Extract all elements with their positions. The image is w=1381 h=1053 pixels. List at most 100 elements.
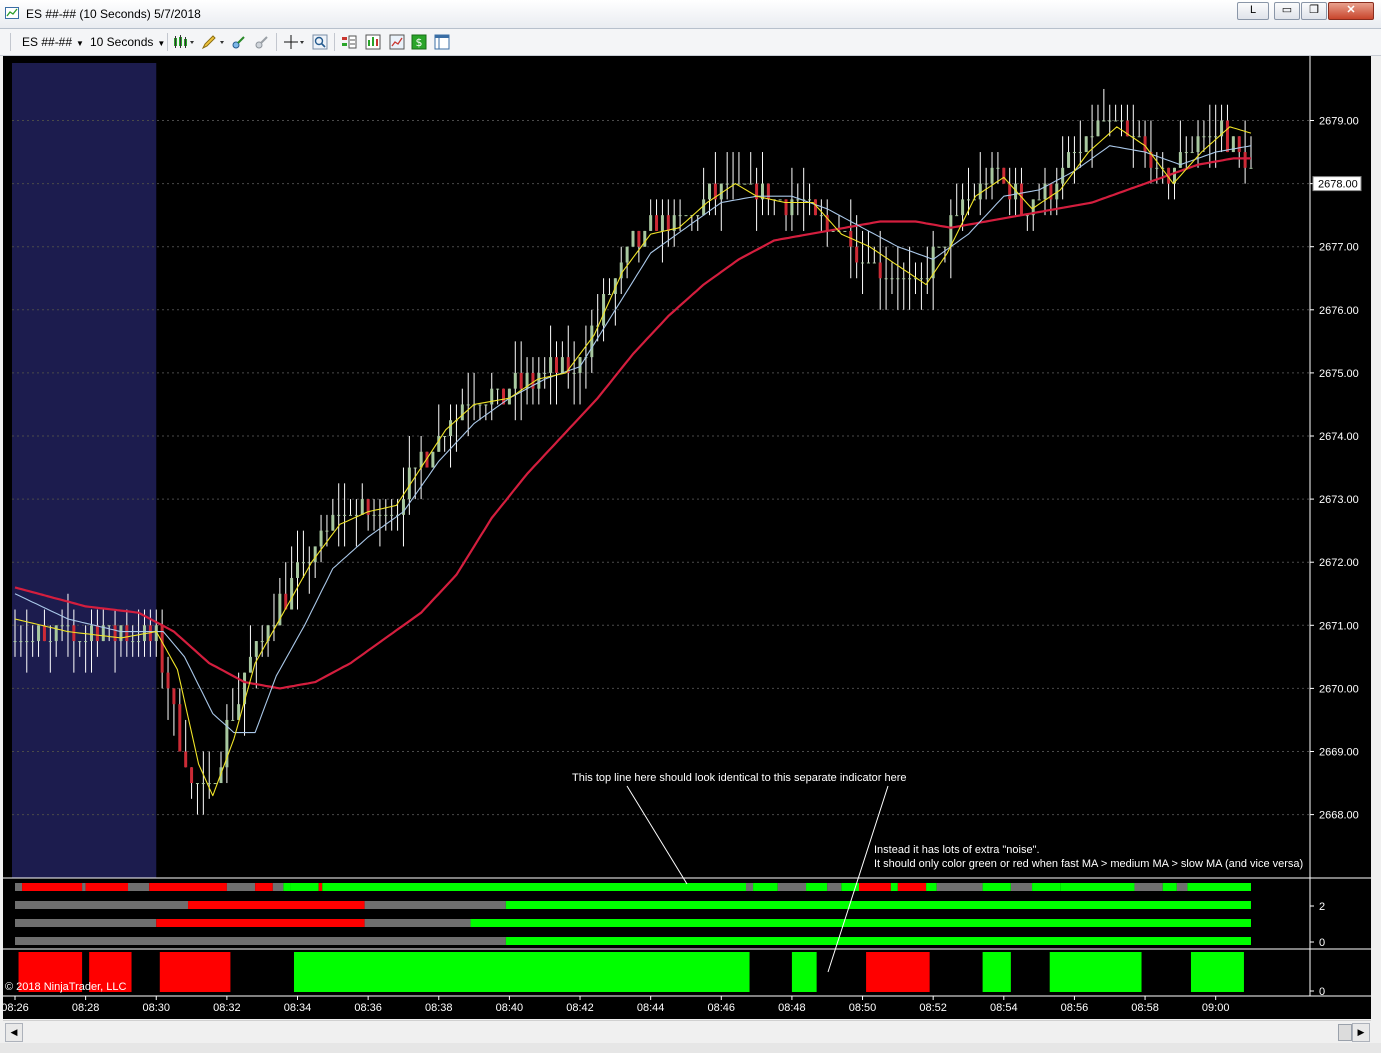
indicator-row-1-segment — [15, 883, 23, 891]
price-tick-label: 2673.00 — [1319, 494, 1359, 506]
candle-up — [207, 783, 211, 785]
window-title: ES ##-## (10 Seconds) 5/7/2018 — [26, 7, 201, 21]
candle-down — [1019, 183, 1023, 216]
price-tick-label: 2677.00 — [1319, 242, 1359, 254]
instrument-selector[interactable]: ES ##-## ▼ — [22, 35, 84, 49]
candle-up — [908, 278, 912, 280]
candle-down — [878, 262, 882, 279]
price-tick-label: 2669.00 — [1319, 747, 1359, 759]
candle-down — [95, 625, 99, 642]
price-tick-label: 2674.00 — [1319, 431, 1359, 443]
separate-indicator-segment — [1190, 952, 1244, 992]
chart-style-icon[interactable] — [173, 34, 195, 50]
candle-up — [708, 183, 712, 200]
indicator-row-1-segment — [82, 883, 86, 891]
link-tool-icon[interactable] — [231, 34, 247, 50]
candle-up — [572, 372, 576, 374]
dollar-icon[interactable]: $ — [411, 34, 427, 50]
unlink-tool-icon[interactable] — [254, 34, 270, 50]
time-tick-label: 08:38 — [425, 1002, 453, 1014]
indicator-row-2-segment — [188, 901, 365, 909]
properties-icon[interactable] — [434, 34, 450, 50]
candle-up — [319, 530, 323, 547]
price-tick-label: 2679.00 — [1319, 116, 1359, 128]
restore-button[interactable]: ❐ — [1301, 2, 1327, 20]
candle-up — [990, 167, 994, 184]
indicator-tick-label: 0 — [1319, 937, 1325, 949]
crosshair-icon[interactable] — [283, 34, 307, 50]
separate-indicator-segment — [1049, 952, 1142, 992]
indicator-row-2-segment — [505, 901, 1252, 909]
candle-up — [78, 641, 82, 643]
candle-up — [1078, 152, 1082, 154]
scroll-thumb[interactable] — [1338, 1024, 1352, 1041]
indicators-icon[interactable] — [341, 34, 357, 50]
candle-up — [590, 325, 594, 358]
indicator-row-1-segment — [827, 883, 842, 891]
zoom-icon[interactable] — [312, 34, 328, 50]
indicator-row-1-segment — [936, 883, 983, 891]
interval-selector[interactable]: 10 Seconds ▼ — [90, 35, 165, 49]
horizontal-scrollbar[interactable]: ◀ ▶ — [3, 1020, 1371, 1043]
candle-up — [460, 404, 464, 421]
candle-up — [348, 514, 352, 516]
candle-up — [896, 278, 900, 280]
strategies-icon[interactable] — [365, 34, 381, 50]
candle-up — [496, 388, 500, 390]
candle-up — [248, 656, 252, 673]
price-chart[interactable]: This top line here should look identical… — [1, 56, 1371, 1019]
indicator-row-1-segment — [1060, 883, 1135, 891]
toolbar-separator — [334, 33, 335, 51]
pencil-icon[interactable] — [201, 34, 225, 50]
minimize-button[interactable]: ▭ — [1274, 2, 1300, 20]
indicator-row-4-segment — [505, 937, 1252, 945]
candle-up — [549, 357, 553, 373]
candle-down — [655, 215, 659, 231]
candle-up — [201, 783, 205, 785]
candle-up — [131, 641, 135, 643]
candle-up — [1084, 136, 1088, 153]
candle-down — [1002, 167, 1006, 184]
time-tick-label: 08:26 — [3, 1002, 29, 1014]
candle-up — [696, 215, 700, 217]
candle-up — [743, 183, 747, 185]
candle-up — [925, 278, 929, 280]
candle-up — [1072, 152, 1076, 154]
candle-up — [961, 199, 965, 216]
candle-up — [19, 641, 23, 643]
indicator-row-1-segment — [318, 883, 323, 891]
candle-up — [684, 215, 688, 217]
data-box-icon[interactable] — [389, 34, 405, 50]
candle-up — [213, 783, 217, 785]
indicator-row-1-segment — [283, 883, 291, 891]
price-tick-label: 2676.00 — [1319, 305, 1359, 317]
candle-down — [813, 199, 817, 216]
candle-up — [543, 372, 547, 374]
close-button[interactable]: ✕ — [1328, 2, 1374, 20]
candle-down — [190, 767, 194, 784]
candle-up — [449, 420, 453, 436]
candle-down — [184, 751, 188, 768]
candle-down — [125, 625, 129, 642]
scroll-right-button[interactable]: ▶ — [1352, 1023, 1370, 1042]
indicator-row-2-segment — [364, 901, 506, 909]
toolbar-separator — [276, 33, 277, 51]
candle-up — [984, 183, 988, 185]
candle-down — [1008, 183, 1012, 200]
link-button[interactable]: L — [1237, 2, 1269, 20]
chart-panel[interactable]: This top line here should look identical… — [1, 56, 1371, 1019]
chart-app-icon — [5, 7, 19, 19]
candle-up — [1108, 120, 1112, 122]
candle-up — [254, 641, 258, 657]
chart-toolbar: ES ##-## ▼ 10 Seconds ▼ $ — [0, 29, 1381, 56]
scroll-left-button[interactable]: ◀ — [5, 1023, 23, 1042]
indicator-row-1-segment — [1032, 883, 1061, 891]
candle-up — [725, 183, 729, 185]
candle-up — [337, 514, 341, 516]
indicator-row-1-segment — [859, 883, 891, 891]
candle-up — [749, 183, 753, 185]
status-strip — [0, 1043, 1381, 1053]
candle-up — [231, 719, 235, 721]
time-tick-label: 08:48 — [778, 1002, 806, 1014]
candle-up — [301, 562, 305, 564]
